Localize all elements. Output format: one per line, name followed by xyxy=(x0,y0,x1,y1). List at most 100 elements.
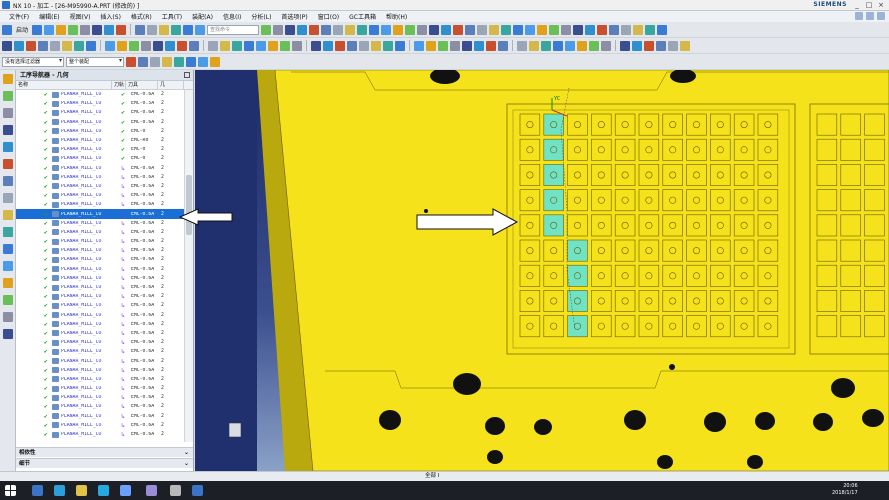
menu-view[interactable]: 视图(V) xyxy=(65,12,96,21)
toolbar-tool-icon[interactable] xyxy=(261,24,272,35)
toolbar-tool-icon[interactable] xyxy=(414,40,424,51)
toolbar-tool-icon[interactable] xyxy=(141,40,151,51)
toolbar-tool-icon[interactable] xyxy=(311,40,321,51)
toolbar-tool-icon[interactable] xyxy=(529,40,539,51)
toolbar-tool-icon[interactable] xyxy=(601,40,611,51)
selection-tool-icon[interactable] xyxy=(174,56,184,67)
table-row[interactable]: ✔ PLANAR_MILL_CO ↳ EMC-0.6A 2 xyxy=(16,421,184,430)
menu-assembly[interactable]: 装配(A) xyxy=(187,12,218,21)
toolbar-tool-icon[interactable] xyxy=(285,24,296,35)
table-row[interactable]: ✔ PLANAR_MILL_CO ↳ EMC-0.6A 2 xyxy=(16,200,184,209)
toolbar-tool-icon[interactable] xyxy=(153,40,163,51)
toolbar-tool-icon[interactable] xyxy=(462,40,472,51)
table-row[interactable]: ✔ PLANAR_MILL_CO ✔ EMC-0 2 xyxy=(16,154,184,163)
toolbar-tool-icon[interactable] xyxy=(268,40,278,51)
toolbar-tool-icon[interactable] xyxy=(477,24,488,35)
toolbar-tool-icon[interactable] xyxy=(474,40,484,51)
taskbar-app-icon[interactable] xyxy=(76,485,87,496)
selection-tool-icon[interactable] xyxy=(198,56,208,67)
resource-bar-icon[interactable] xyxy=(2,193,13,203)
menu-insert[interactable]: 插入(S) xyxy=(95,12,126,21)
table-row[interactable]: ✔ PLANAR_MILL_CO ↳ EMC-0.6A 2 xyxy=(16,311,184,320)
table-row[interactable]: ✔ PLANAR_MILL_CO ↳ EMC-0.6A 2 xyxy=(16,356,184,365)
toolbar-tool-icon[interactable] xyxy=(438,40,448,51)
table-row[interactable]: ✔ PLANAR_MILL_CO ✔ EMC-0.5A 2 xyxy=(16,99,184,108)
toolbar-tool-icon[interactable] xyxy=(333,24,344,35)
table-row[interactable]: ✔ PLANAR_MILL_CO ↳ EMC-0.6A 2 xyxy=(16,265,184,274)
toolbar-tool-icon[interactable] xyxy=(369,24,380,35)
table-row[interactable]: ✔ PLANAR_MILL_CO ↳ EMC-0.6A 2 xyxy=(16,301,184,310)
toolbar-tool-icon[interactable] xyxy=(486,40,496,51)
resource-bar-icon[interactable] xyxy=(2,210,13,220)
toolbar-tool-icon[interactable] xyxy=(517,40,527,51)
menu-info[interactable]: 信息(I) xyxy=(218,12,246,21)
selection-tool-icon[interactable] xyxy=(210,56,220,67)
menu-tools[interactable]: 工具(T) xyxy=(157,12,187,21)
close-button[interactable]: × xyxy=(875,0,887,10)
toolbar-tool-icon[interactable] xyxy=(597,24,608,35)
resource-bar-icon[interactable] xyxy=(2,91,13,101)
toolbar-tool-icon[interactable] xyxy=(632,40,642,51)
toolbar-tool-icon[interactable] xyxy=(159,24,170,35)
toolbar-tool-icon[interactable] xyxy=(321,24,332,35)
toolbar-tool-icon[interactable] xyxy=(573,24,584,35)
toolbar-tool-icon[interactable] xyxy=(589,40,599,51)
table-row[interactable]: ✔ PLANAR_MILL_CO ↳ EMC-0.6A 2 xyxy=(16,393,184,402)
toolbar-tool-icon[interactable] xyxy=(32,24,43,35)
toolbar-tool-icon[interactable] xyxy=(105,40,115,51)
toolbar-tool-icon[interactable] xyxy=(26,40,36,51)
toolbar-tool-icon[interactable] xyxy=(80,24,91,35)
taskbar-app-icon[interactable] xyxy=(192,485,203,496)
navigator-close-icon[interactable] xyxy=(184,72,190,78)
table-row[interactable]: ✔ PLANAR_MILL_CO ↳ EMC-0.6A 2 xyxy=(16,430,184,439)
table-row[interactable]: ✔ PLANAR_MILL_CO ↳ EMC-0.6A 2 xyxy=(16,320,184,329)
toolbar-tool-icon[interactable] xyxy=(453,24,464,35)
taskbar-app-icon[interactable] xyxy=(32,485,43,496)
assembly-scope-dropdown[interactable]: 整个装配 xyxy=(66,56,124,67)
toolbar-tool-icon[interactable] xyxy=(171,24,182,35)
column-name[interactable]: 名称 xyxy=(16,81,112,89)
details-panel-header[interactable]: 细节 ⌄ xyxy=(16,458,193,468)
toolbar-tool-icon[interactable] xyxy=(68,24,79,35)
taskbar-app-icon[interactable] xyxy=(98,485,109,496)
graphics-viewport[interactable]: YC xyxy=(195,70,889,471)
maximize-button[interactable]: □ xyxy=(863,0,875,10)
toolbar-tool-icon[interactable] xyxy=(2,40,12,51)
table-row[interactable]: ✔ PLANAR_MILL_CO ↳ EMC-0.6A 2 xyxy=(16,209,184,219)
table-row[interactable]: ✔ PLANAR_MILL_CO ↳ EMC-0.6A 2 xyxy=(16,246,184,255)
taskbar-app-icon[interactable] xyxy=(54,485,65,496)
minimize-button[interactable]: _ xyxy=(851,0,863,10)
table-row[interactable]: ✔ PLANAR_MILL_CO ✔ EMC-R0 2 xyxy=(16,136,184,145)
table-row[interactable]: ✔ PLANAR_MILL_CO ↳ EMC-0.6A 2 xyxy=(16,384,184,393)
toolbar-tool-icon[interactable] xyxy=(620,40,630,51)
selection-tool-icon[interactable] xyxy=(126,56,136,67)
toolbar-tool-icon[interactable] xyxy=(177,40,187,51)
selection-tool-icon[interactable] xyxy=(138,56,148,67)
toolbar-tool-icon[interactable] xyxy=(297,24,308,35)
toolbar-tool-icon[interactable] xyxy=(280,40,290,51)
selection-tool-icon[interactable] xyxy=(162,56,172,67)
toolbar-tool-icon[interactable] xyxy=(74,40,84,51)
toolbar-tool-icon[interactable] xyxy=(489,24,500,35)
help-icon[interactable] xyxy=(855,12,863,20)
toolbar-tool-icon[interactable] xyxy=(347,40,357,51)
menu-file[interactable]: 文件(F) xyxy=(4,12,34,21)
toolbar-tool-icon[interactable] xyxy=(189,40,199,51)
table-row[interactable]: ✔ PLANAR_MILL_CO ↳ EMC-0.6A 2 xyxy=(16,375,184,384)
toolbar-tool-icon[interactable] xyxy=(195,24,206,35)
toolbar-tool-icon[interactable] xyxy=(393,24,404,35)
table-row[interactable]: ✔ PLANAR_MILL_CO ↳ EMC-0.6A 2 xyxy=(16,366,184,375)
toolbar-tool-icon[interactable] xyxy=(621,24,632,35)
selection-filter-dropdown[interactable]: 没有选择过滤器 xyxy=(2,56,64,67)
command-search-input[interactable]: 查找命令 xyxy=(207,24,260,35)
toolbar-tool-icon[interactable] xyxy=(657,24,668,35)
table-row[interactable]: ✔ PLANAR_MILL_CO ↳ EMC-0.6A 2 xyxy=(16,164,184,173)
toolbar-tool-icon[interactable] xyxy=(577,40,587,51)
toolbar-tool-icon[interactable] xyxy=(498,40,508,51)
resource-bar-icon[interactable] xyxy=(2,329,13,339)
toolbar-tool-icon[interactable] xyxy=(244,40,254,51)
toolbar-tool-icon[interactable] xyxy=(525,24,536,35)
toolbar-tool-icon[interactable] xyxy=(345,24,356,35)
navigator-scrollbar[interactable] xyxy=(184,90,193,442)
resource-bar-icon[interactable] xyxy=(2,125,13,135)
